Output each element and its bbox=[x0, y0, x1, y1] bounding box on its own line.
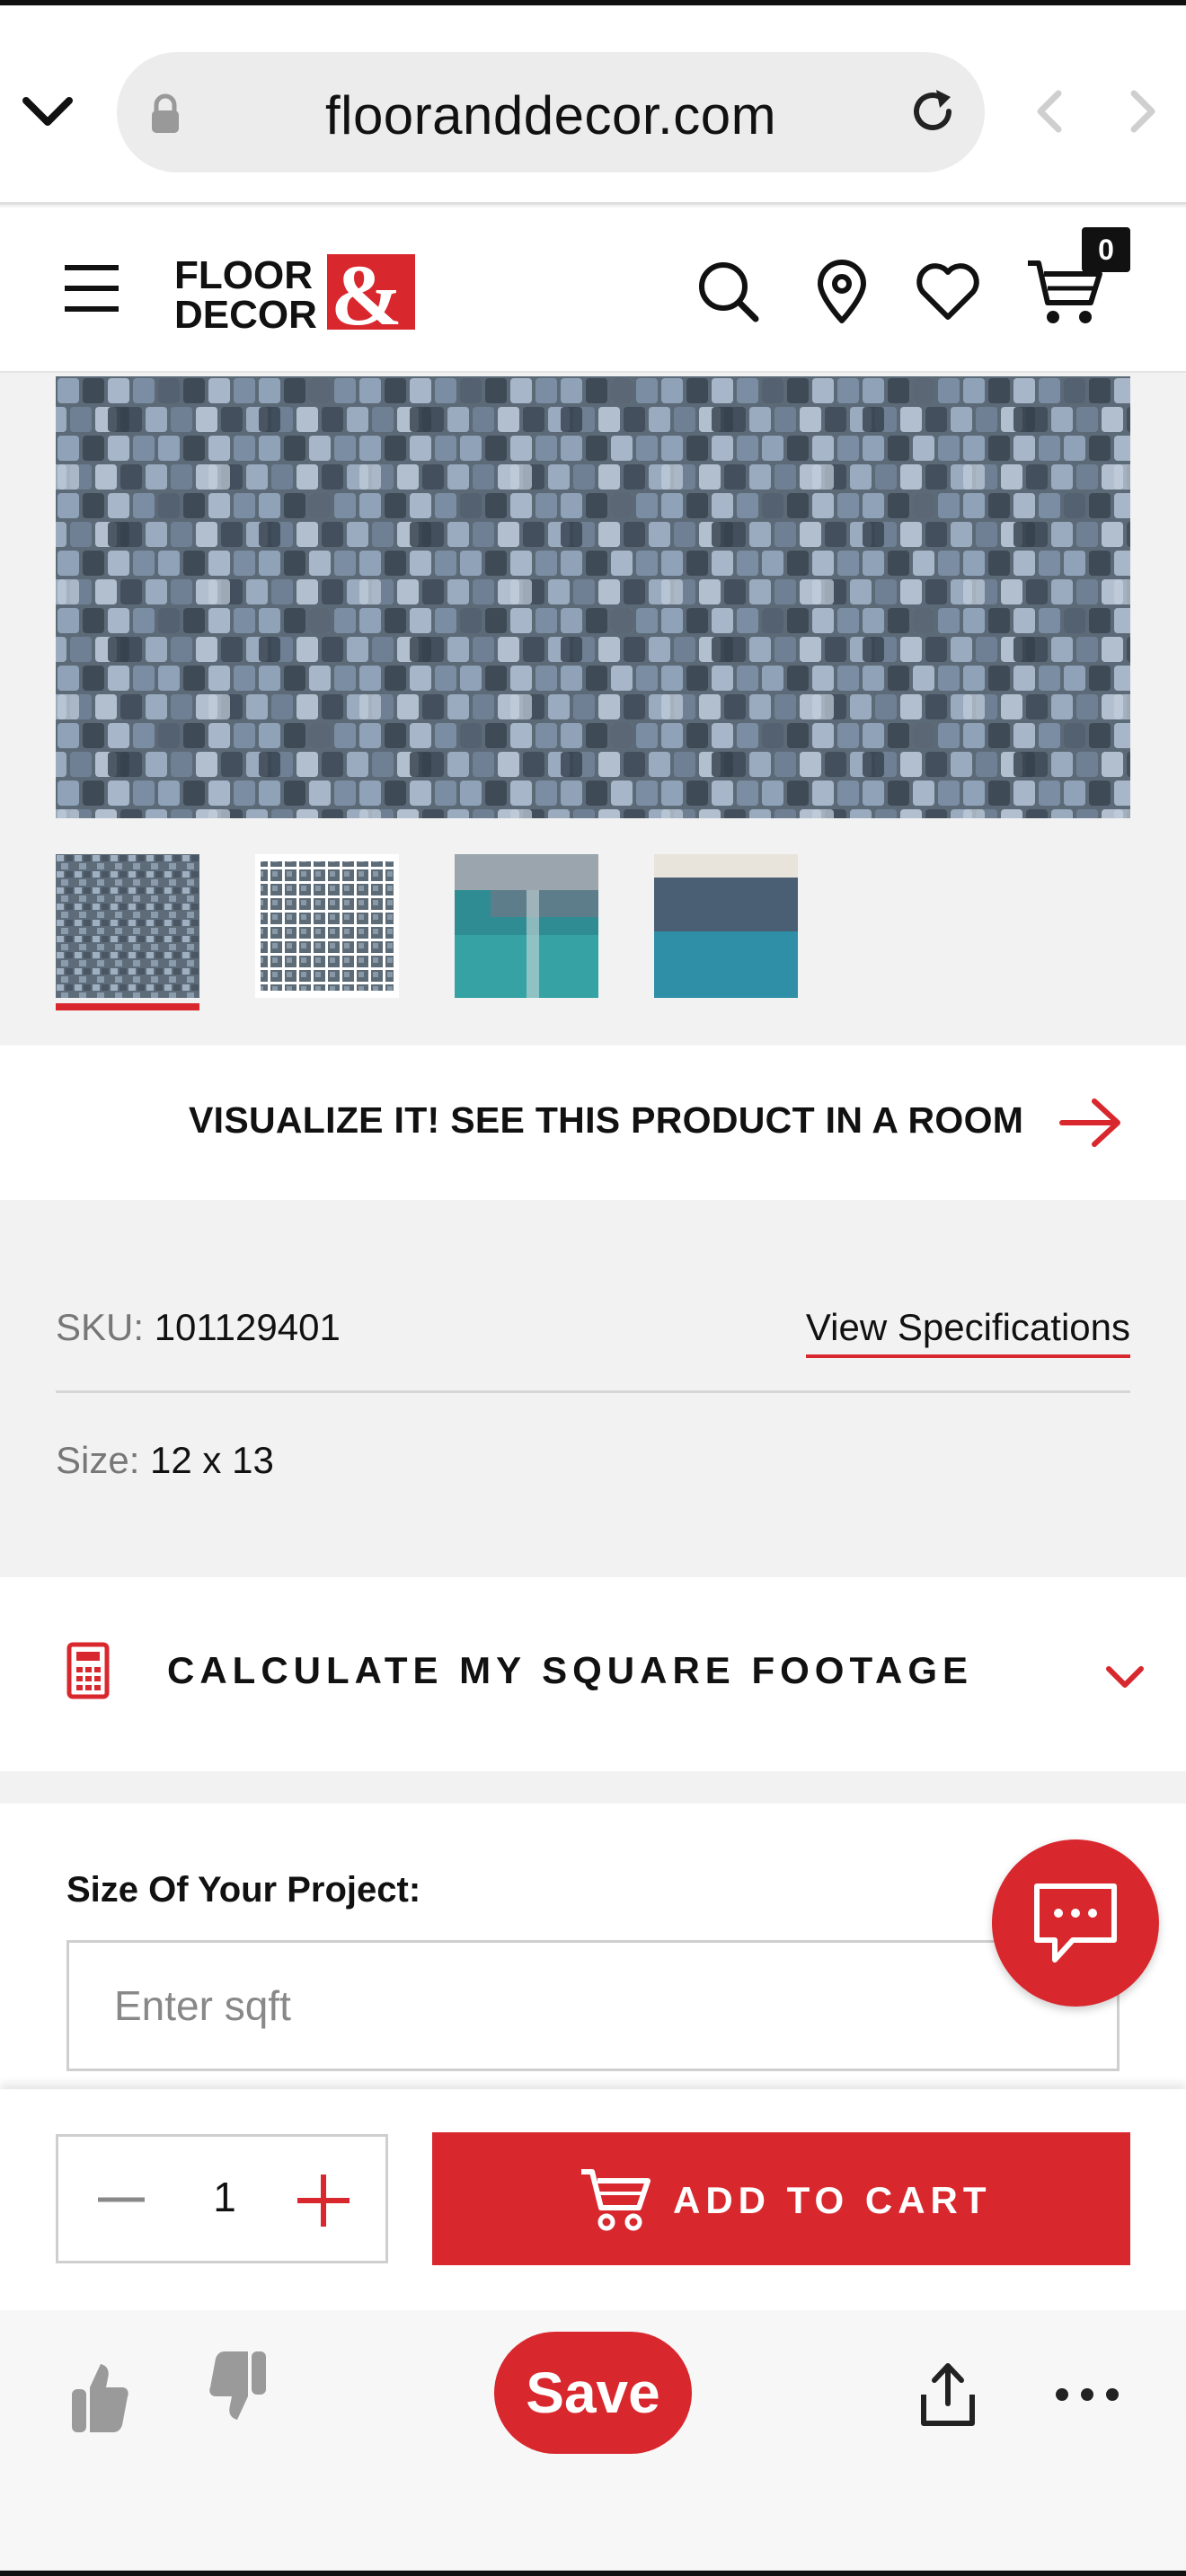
logo-line1: FLOOR bbox=[174, 253, 313, 297]
sku-row: SKU: 101129401 bbox=[56, 1306, 341, 1349]
chat-bubble-icon bbox=[1034, 1883, 1117, 1963]
product-details: SKU: 101129401 View Specifications Size:… bbox=[0, 1200, 1186, 1577]
gallery-thumbnail-3[interactable] bbox=[455, 854, 598, 998]
increase-quantity-button[interactable] bbox=[292, 2169, 355, 2232]
thumbs-up-icon[interactable] bbox=[70, 2360, 129, 2434]
gallery-thumbnail-1[interactable] bbox=[56, 854, 199, 998]
visualize-room-link[interactable]: VISUALIZE IT! SEE THIS PRODUCT IN A ROOM bbox=[0, 1045, 1186, 1200]
logo-ampersand: & bbox=[331, 252, 403, 331]
store-locator-icon[interactable] bbox=[813, 260, 871, 324]
calculator-icon bbox=[66, 1642, 110, 1699]
arrow-right-icon bbox=[1058, 1098, 1123, 1148]
calculate-square-footage-toggle[interactable]: CALCULATE MY SQUARE FOOTAGE bbox=[0, 1577, 1186, 1771]
browser-bar: flooranddecor.com bbox=[0, 5, 1186, 205]
address-bar[interactable]: flooranddecor.com bbox=[117, 52, 985, 172]
wishlist-heart-icon[interactable] bbox=[915, 261, 981, 322]
logo-line2: DECOR bbox=[174, 293, 317, 331]
more-options-icon[interactable] bbox=[1051, 2377, 1123, 2413]
visualize-label: VISUALIZE IT! SEE THIS PRODUCT IN A ROOM bbox=[189, 1099, 1024, 1141]
reload-icon[interactable] bbox=[904, 83, 961, 140]
gallery-thumbnail-4[interactable] bbox=[654, 854, 798, 998]
quantity-value[interactable]: 1 bbox=[193, 2173, 256, 2221]
selected-thumbnail-indicator bbox=[56, 1003, 199, 1010]
sku-value: 101129401 bbox=[154, 1306, 341, 1348]
product-gallery bbox=[0, 375, 1186, 1044]
view-specifications-link[interactable]: View Specifications bbox=[805, 1306, 1130, 1358]
chevron-down-icon bbox=[1102, 1653, 1148, 1699]
project-size-label: Size Of Your Project: bbox=[66, 1870, 421, 1910]
quantity-stepper: 1 bbox=[56, 2134, 388, 2263]
gallery-thumbnail-2[interactable] bbox=[255, 854, 399, 998]
decrease-quantity-button[interactable] bbox=[94, 2173, 148, 2227]
add-to-cart-bar: 1 ADD TO CART bbox=[0, 2089, 1186, 2310]
calculate-label: CALCULATE MY SQUARE FOOTAGE bbox=[167, 1649, 973, 1691]
add-to-cart-label: ADD TO CART bbox=[673, 2179, 992, 2221]
forward-arrow-icon[interactable] bbox=[1114, 84, 1168, 138]
divider bbox=[56, 1390, 1130, 1393]
product-main-image[interactable] bbox=[56, 376, 1130, 818]
cart-icon bbox=[580, 2166, 651, 2233]
sku-label: SKU: bbox=[56, 1306, 145, 1348]
bottom-edge bbox=[0, 2571, 1186, 2576]
search-icon[interactable] bbox=[696, 260, 761, 324]
back-arrow-icon[interactable] bbox=[1024, 84, 1078, 138]
chevron-down-icon[interactable] bbox=[16, 84, 79, 138]
save-button[interactable]: Save bbox=[494, 2332, 692, 2454]
url-text: flooranddecor.com bbox=[324, 85, 777, 146]
thumbs-down-icon[interactable] bbox=[208, 2350, 268, 2423]
menu-icon[interactable] bbox=[63, 263, 120, 313]
size-label: Size: bbox=[56, 1439, 140, 1481]
site-header: FLOOR DECOR & 0 bbox=[0, 207, 1186, 373]
size-value: 12 x 13 bbox=[150, 1439, 274, 1481]
size-row: Size: 12 x 13 bbox=[56, 1439, 274, 1482]
bottom-action-bar: Save bbox=[0, 2310, 1186, 2576]
floor-decor-logo[interactable]: FLOOR DECOR & bbox=[173, 247, 424, 343]
add-to-cart-button[interactable]: ADD TO CART bbox=[432, 2132, 1130, 2265]
cart-count-badge: 0 bbox=[1082, 227, 1130, 272]
chat-button[interactable] bbox=[992, 1839, 1159, 2007]
share-icon[interactable] bbox=[916, 2360, 979, 2429]
sqft-input[interactable] bbox=[66, 1940, 1120, 2071]
